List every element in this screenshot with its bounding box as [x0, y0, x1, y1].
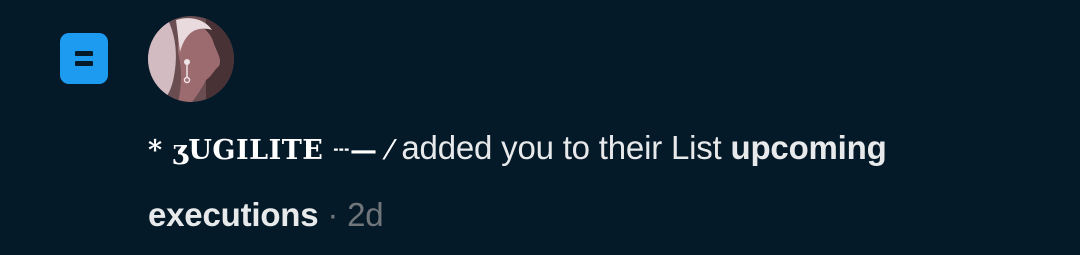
avatar-image: [148, 16, 234, 102]
list-icon: [60, 33, 108, 84]
separator: ·: [318, 196, 348, 233]
notification-message: * ʒUGILITE ┄— ⁄ added you to their List …: [148, 116, 1048, 247]
list-added-notification[interactable]: * ʒUGILITE ┄— ⁄ added you to their List …: [0, 0, 1080, 255]
list-icon-bar: [75, 51, 93, 56]
list-icon-bar: [75, 61, 93, 66]
user-avatar[interactable]: [148, 16, 234, 102]
action-text: added you to their List: [392, 129, 731, 166]
user-name-link[interactable]: * ʒUGILITE ┄— ⁄: [148, 135, 392, 166]
timestamp: 2d: [347, 196, 384, 233]
